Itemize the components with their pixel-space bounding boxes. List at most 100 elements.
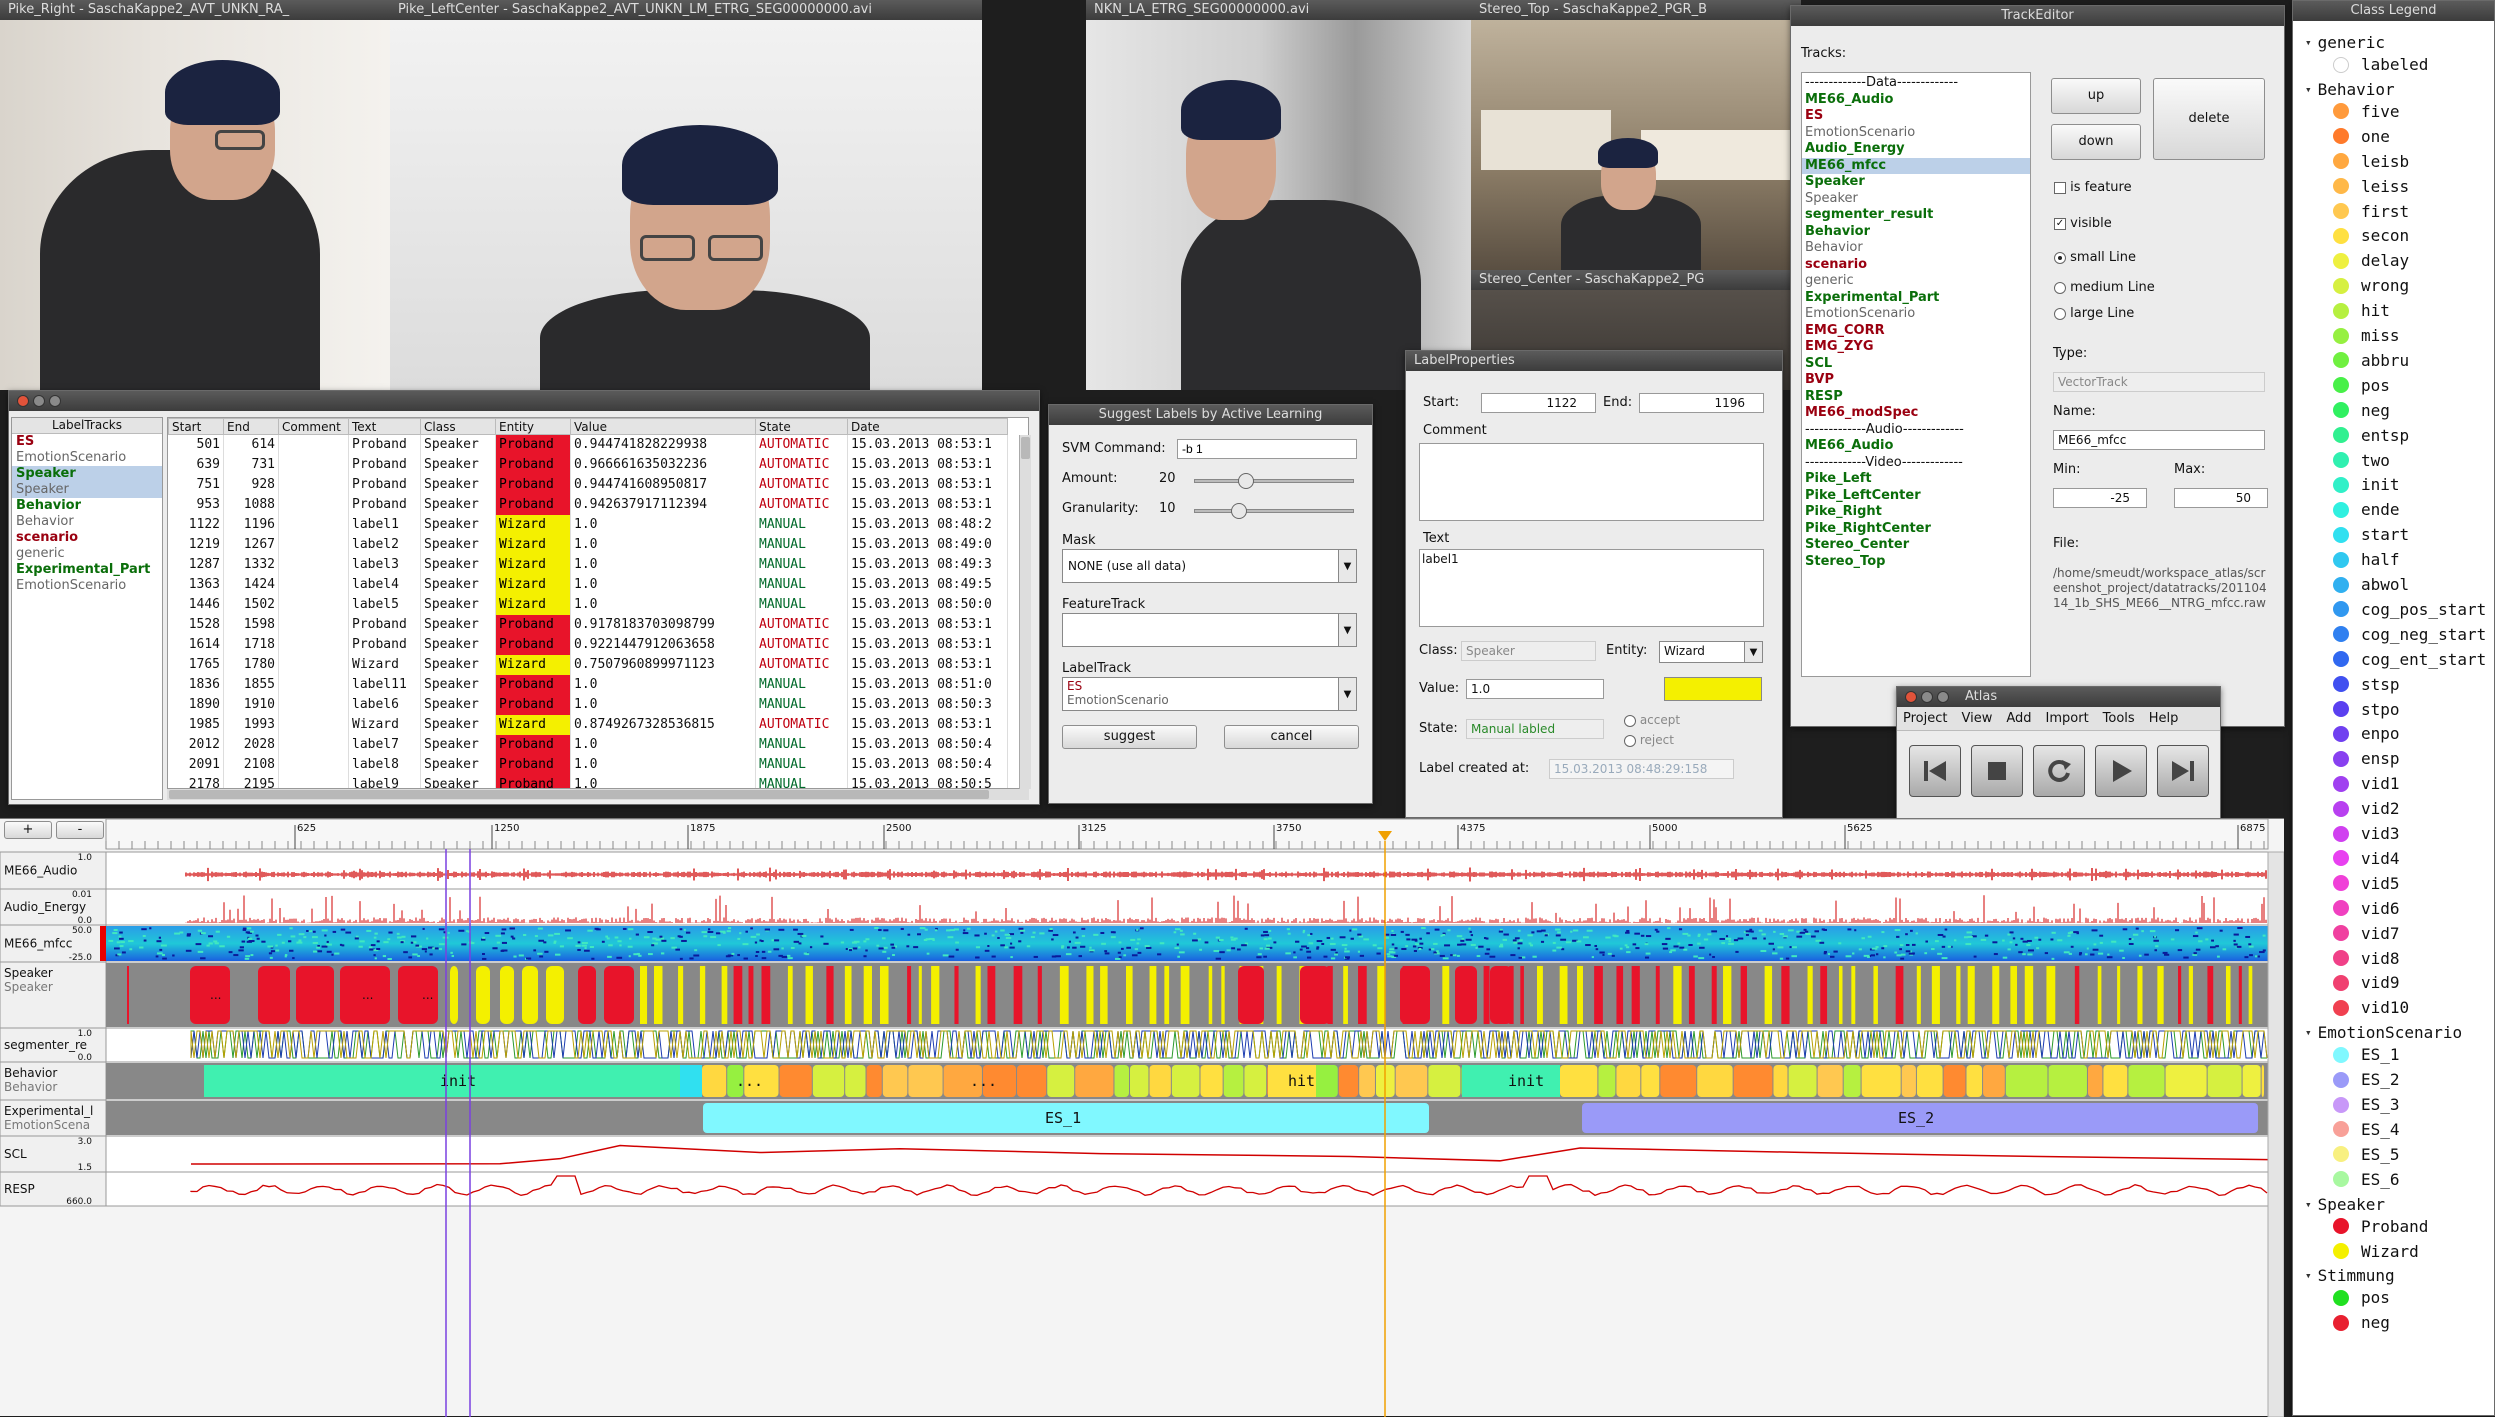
legend-item[interactable]: vid8 bbox=[2333, 949, 2400, 968]
legend-item[interactable]: vid5 bbox=[2333, 874, 2400, 893]
track-list-item[interactable]: EMG_ZYG bbox=[1802, 339, 2030, 356]
legend-item[interactable]: ES_6 bbox=[2333, 1170, 2400, 1189]
labeltracks-list[interactable]: LabelTracks ES EmotionScenario Speaker Spea… bbox=[11, 417, 163, 800]
legend-item[interactable]: neg bbox=[2333, 1313, 2390, 1332]
track-list-item[interactable]: Behavior bbox=[1802, 240, 2030, 257]
legend-item[interactable]: ES_5 bbox=[2333, 1145, 2400, 1164]
legend-item[interactable]: two bbox=[2333, 451, 2390, 470]
track-list-item[interactable]: ME66_Audio bbox=[1802, 92, 2030, 109]
comment-textarea[interactable] bbox=[1419, 443, 1764, 521]
legend-item[interactable]: one bbox=[2333, 127, 2390, 146]
chevron-down-icon[interactable]: ▾ bbox=[2305, 1269, 2312, 1282]
track-list-item[interactable]: Pike_Left bbox=[1802, 471, 2030, 488]
track-list-item[interactable]: Speaker bbox=[1802, 191, 2030, 208]
table-row[interactable]: 2178 2195 label9 Speaker Proband 1.0 MANUAL 15.… bbox=[168, 774, 1008, 788]
stop-icon[interactable] bbox=[1971, 745, 2023, 797]
legend-item[interactable]: ES_3 bbox=[2333, 1095, 2400, 1114]
reject-radio[interactable]: reject bbox=[1624, 733, 1674, 747]
track-list-item[interactable]: ME66_Audio bbox=[1802, 438, 2030, 455]
suggest-button[interactable]: suggest bbox=[1062, 725, 1197, 749]
legend-group[interactable]: ▾ Speaker bbox=[2305, 1195, 2385, 1214]
menu-help[interactable]: Help bbox=[2149, 711, 2179, 726]
legend-item[interactable]: vid3 bbox=[2333, 824, 2400, 843]
labeltrack-item[interactable]: Behavior Behavior bbox=[12, 498, 162, 530]
table-row[interactable]: 751 928 Proband Speaker Proband 0.94474160895… bbox=[168, 474, 1008, 495]
track-list-item[interactable]: Stereo_Center bbox=[1802, 537, 2030, 554]
close-icon[interactable] bbox=[1905, 691, 1917, 703]
legend-item[interactable]: secon bbox=[2333, 226, 2409, 245]
column-header[interactable]: Text bbox=[348, 418, 421, 435]
chevron-down-icon[interactable]: ▾ bbox=[2305, 83, 2312, 96]
loop-icon[interactable] bbox=[2033, 745, 2085, 797]
legend-item[interactable]: pos bbox=[2333, 1288, 2390, 1307]
maximize-icon[interactable] bbox=[1937, 691, 1949, 703]
legend-item[interactable]: cog_neg_start bbox=[2333, 625, 2486, 644]
table-row[interactable]: 1890 1910 label6 Speaker Proband 1.0 MANUAL 15.… bbox=[168, 694, 1008, 715]
entity-select[interactable]: Wizard ▼ bbox=[1659, 641, 1763, 663]
table-row[interactable]: 501 614 Proband Speaker Proband 0.94474182822… bbox=[168, 434, 1008, 455]
column-header[interactable]: Date bbox=[847, 418, 1008, 435]
track-list-item[interactable]: RESP bbox=[1802, 389, 2030, 406]
legend-item[interactable]: Proband bbox=[2333, 1217, 2428, 1236]
legend-item[interactable]: wrong bbox=[2333, 276, 2409, 295]
tracks-list[interactable]: -------------Data------------- ME66_Audio… bbox=[1801, 72, 2031, 677]
legend-item[interactable]: five bbox=[2333, 102, 2400, 121]
track-list-item[interactable]: Speaker bbox=[1802, 174, 2030, 191]
table-row[interactable]: 1765 1780 Wizard Speaker Wizard 0.75079608999… bbox=[168, 654, 1008, 675]
cancel-button[interactable]: cancel bbox=[1224, 725, 1359, 749]
menu-project[interactable]: Project bbox=[1903, 711, 1947, 726]
video-titlebar[interactable]: Stereo_Top - SaschaKappe2_PGR_B bbox=[1471, 0, 1801, 20]
table-scrollbar-horizontal[interactable] bbox=[167, 789, 1029, 800]
window-titlebar[interactable]: Suggest Labels by Active Learning bbox=[1049, 405, 1372, 425]
start-spinner[interactable]: 1122 bbox=[1481, 393, 1596, 413]
labeltrack-item[interactable]: scenario generic bbox=[12, 530, 162, 562]
legend-item[interactable]: leiss bbox=[2333, 177, 2409, 196]
minimize-icon[interactable] bbox=[33, 395, 45, 407]
menu-add[interactable]: Add bbox=[2006, 711, 2031, 726]
legend-group[interactable]: ▾ generic bbox=[2305, 33, 2385, 52]
play-icon[interactable] bbox=[2095, 745, 2147, 797]
skip-forward-icon[interactable] bbox=[2157, 745, 2209, 797]
track-list-item[interactable]: Audio_Energy bbox=[1802, 141, 2030, 158]
chevron-down-icon[interactable]: ▾ bbox=[2305, 1026, 2312, 1039]
maximize-icon[interactable] bbox=[49, 395, 61, 407]
column-header[interactable]: Comment bbox=[278, 418, 349, 435]
visible-checkbox[interactable]: ✓ visible bbox=[2054, 216, 2112, 231]
legend-item[interactable]: cog_pos_start bbox=[2333, 600, 2486, 619]
track-list-item[interactable]: EMG_CORR bbox=[1802, 323, 2030, 340]
column-header[interactable]: End bbox=[223, 418, 279, 435]
table-row[interactable]: 1836 1855 label11 Speaker Proband 1.0 MANUAL 15… bbox=[168, 674, 1008, 695]
track-list-item[interactable]: Behavior bbox=[1802, 224, 2030, 241]
track-list-item[interactable]: SCL bbox=[1802, 356, 2030, 373]
legend-item[interactable]: vid10 bbox=[2333, 998, 2409, 1017]
menu-tools[interactable]: Tools bbox=[2103, 711, 2135, 726]
video-titlebar[interactable]: Pike_Right - SaschaKappe2_AVT_UNKN_RA_ bbox=[0, 0, 390, 20]
legend-item[interactable]: first bbox=[2333, 202, 2409, 221]
close-icon[interactable] bbox=[17, 395, 29, 407]
video-titlebar[interactable]: Stereo_Center - SaschaKappe2_PG bbox=[1471, 270, 1801, 290]
window-titlebar[interactable]: LabelProperties bbox=[1406, 351, 1782, 371]
menu-view[interactable]: View bbox=[1961, 711, 1992, 726]
legend-item[interactable]: ES_2 bbox=[2333, 1070, 2400, 1089]
up-button[interactable]: up bbox=[2051, 78, 2141, 114]
table-row[interactable]: 1446 1502 label5 Speaker Wizard 1.0 MANUAL 15.0… bbox=[168, 594, 1008, 615]
labeltrack-item[interactable]: ES EmotionScenario bbox=[12, 434, 162, 466]
table-row[interactable]: 1614 1718 Proband Speaker Proband 0.922144791… bbox=[168, 634, 1008, 655]
legend-item[interactable]: pos bbox=[2333, 376, 2390, 395]
menu-import[interactable]: Import bbox=[2046, 711, 2089, 726]
track-list-item[interactable]: Pike_Right bbox=[1802, 504, 2030, 521]
minimize-icon[interactable] bbox=[1921, 691, 1933, 703]
table-row[interactable]: 2091 2108 label8 Speaker Proband 1.0 MANUAL 15.… bbox=[168, 754, 1008, 775]
legend-item[interactable]: Wizard bbox=[2333, 1242, 2419, 1261]
large-line-radio[interactable]: large Line bbox=[2054, 306, 2134, 321]
legend-item[interactable]: vid2 bbox=[2333, 799, 2400, 818]
table-row[interactable]: 1985 1993 Wizard Speaker Wizard 0.87492673285… bbox=[168, 714, 1008, 735]
amount-slider-knob[interactable] bbox=[1238, 473, 1255, 489]
legend-item[interactable]: leisb bbox=[2333, 152, 2409, 171]
labeltrack-item[interactable]: Speaker Speaker bbox=[12, 466, 162, 498]
labeltrack-item[interactable]: Experimental_Part EmotionScenario bbox=[12, 562, 162, 594]
table-row[interactable]: 2012 2028 label7 Speaker Proband 1.0 MANUAL 15.… bbox=[168, 734, 1008, 755]
window-titlebar[interactable]: Atlas bbox=[1897, 687, 2220, 707]
max-spinner[interactable]: 50 bbox=[2174, 488, 2268, 508]
track-list-item[interactable]: EmotionScenario bbox=[1802, 125, 2030, 142]
